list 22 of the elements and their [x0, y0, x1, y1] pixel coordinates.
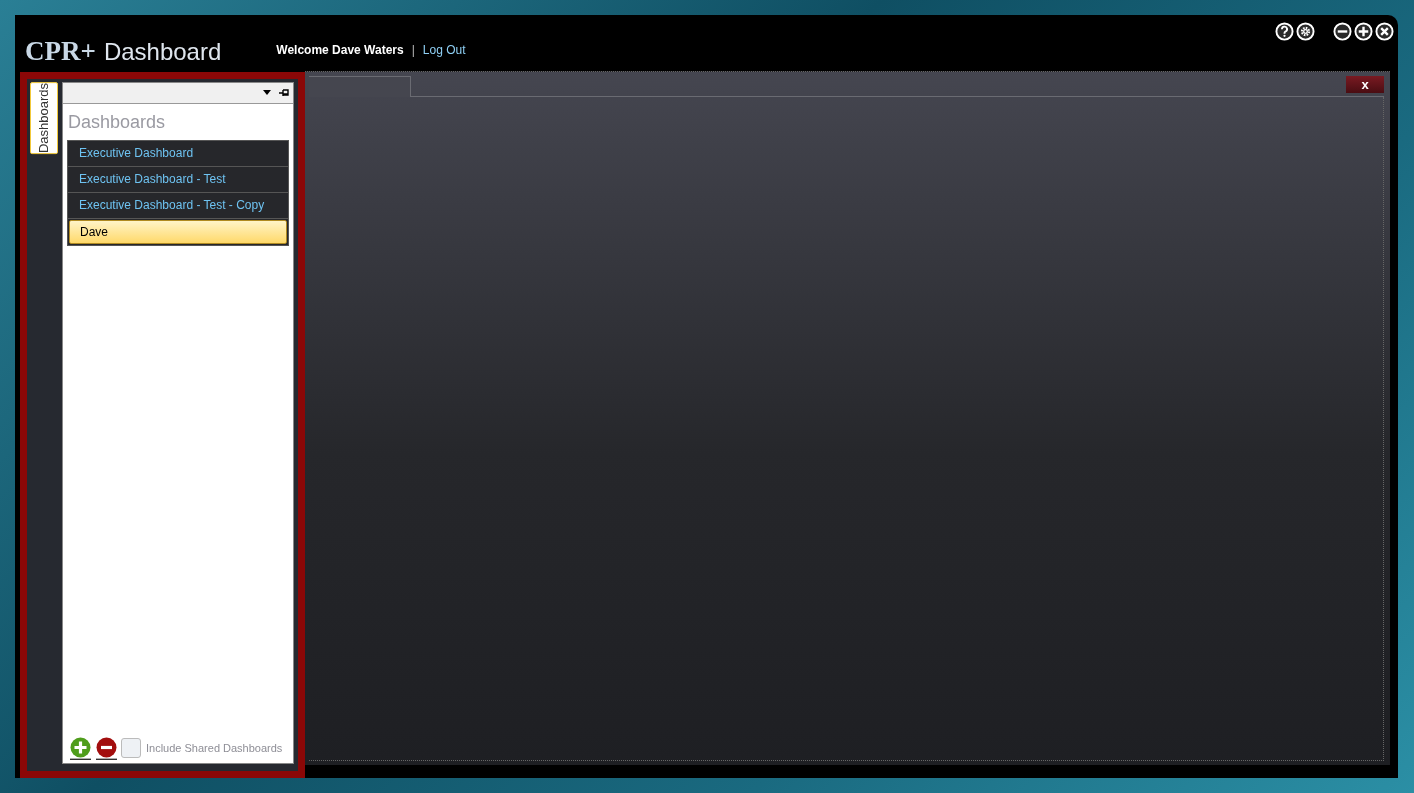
close-icon[interactable] [1375, 22, 1394, 41]
dashboard-list-item[interactable]: Executive Dashboard [68, 140, 288, 167]
maximize-icon[interactable] [1354, 22, 1373, 41]
separator: | [411, 42, 415, 59]
welcome-text: Welcome Dave Waters [276, 42, 404, 59]
side-tab[interactable]: Dashboards [30, 81, 58, 154]
dashboard-list-item[interactable]: Executive Dashboard - Test - Copy [68, 192, 288, 219]
dashboard-list-item[interactable]: Dave [69, 219, 287, 244]
minimize-icon[interactable] [1333, 22, 1352, 41]
help-icon[interactable] [1275, 22, 1294, 41]
include-shared-checkbox[interactable] [121, 738, 141, 758]
logo: CPR+ [25, 35, 96, 68]
settings-icon[interactable] [1296, 22, 1315, 41]
app-title: Dashboard [103, 37, 222, 67]
panel-heading: Dashboards [68, 110, 166, 134]
remove-icon[interactable] [95, 736, 118, 760]
close-button[interactable]: x [1346, 75, 1384, 93]
dropdown-icon[interactable] [263, 90, 271, 95]
logout-link[interactable]: Log Out [422, 41, 466, 59]
dashboard-list-item[interactable]: Executive Dashboard - Test [68, 166, 288, 193]
add-icon[interactable] [69, 736, 92, 760]
include-shared-label: Include Shared Dashboards [146, 740, 283, 756]
